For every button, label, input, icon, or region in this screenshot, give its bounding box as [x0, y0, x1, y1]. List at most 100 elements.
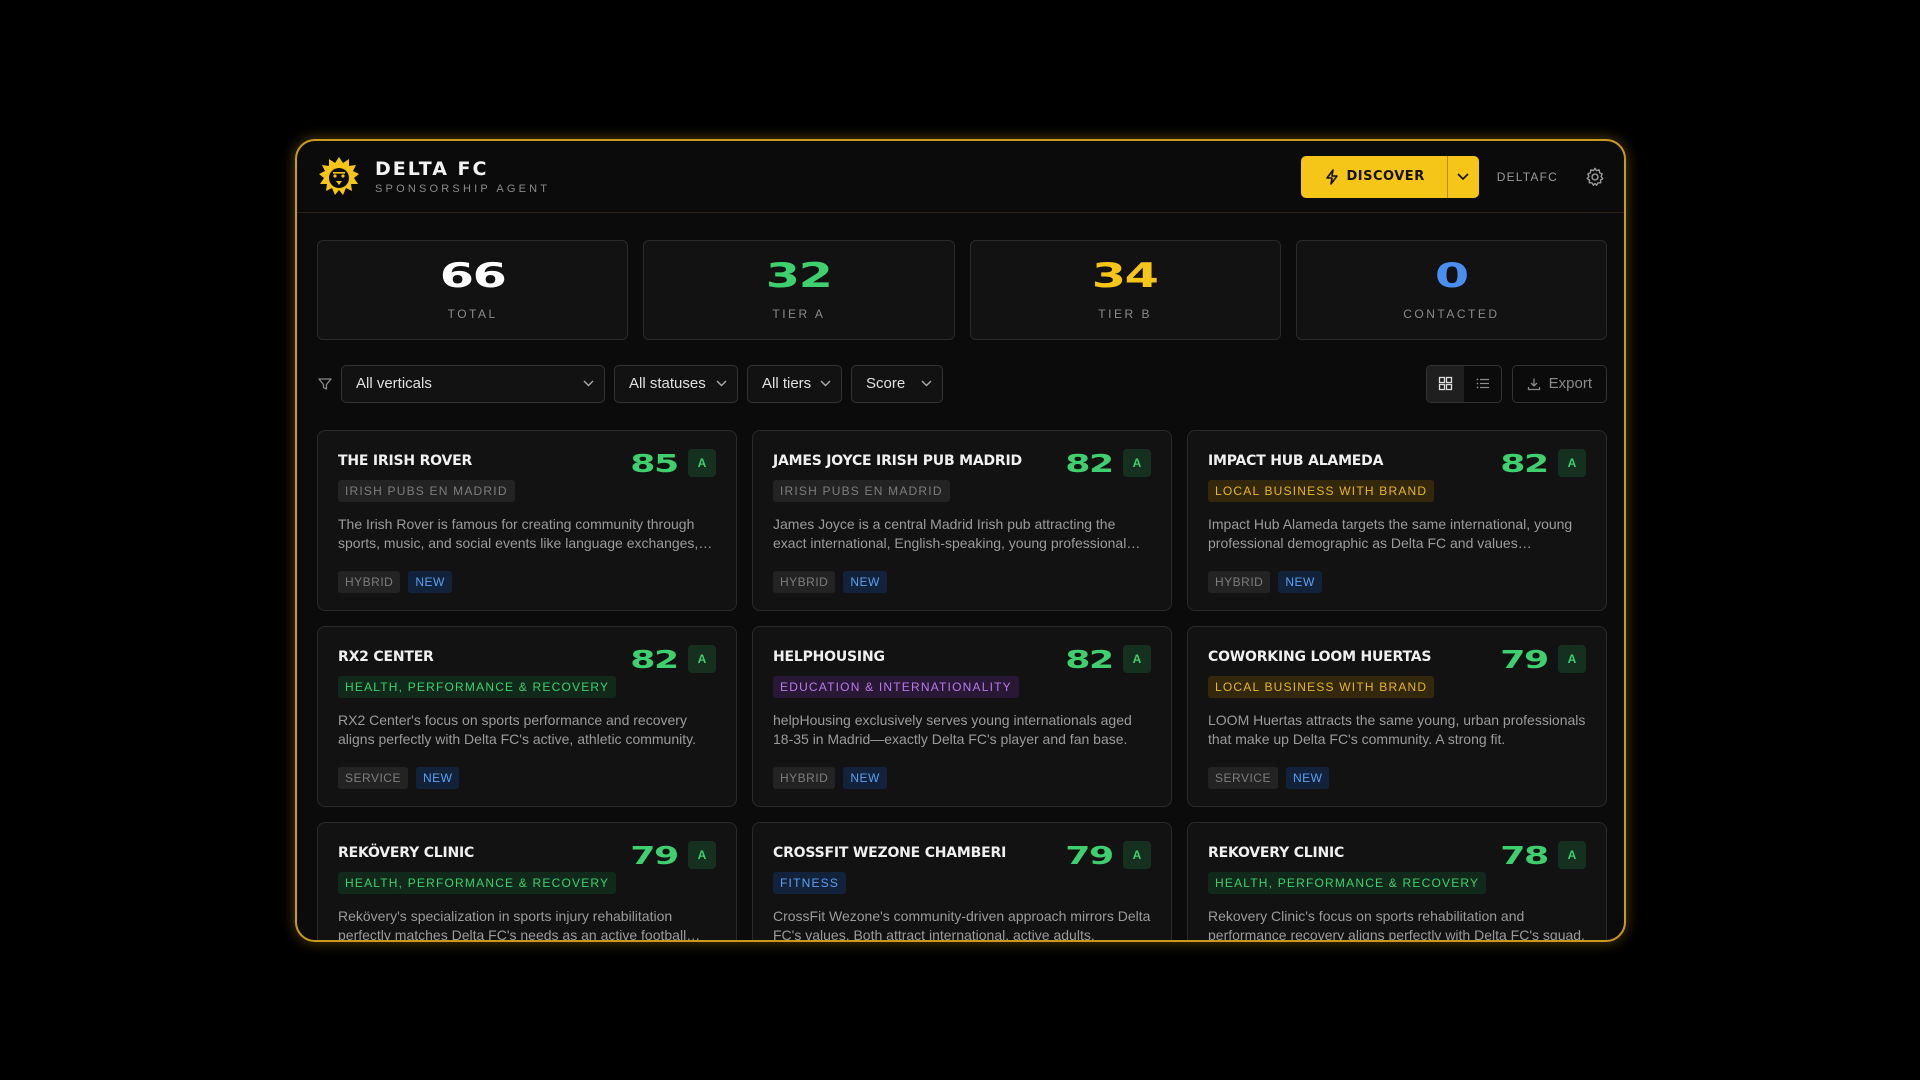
- type-tag: SERVICE: [338, 767, 408, 789]
- sponsor-name: Rekövery Clinic: [338, 845, 475, 861]
- stat-label: TOTAL: [447, 307, 498, 321]
- status-tag: NEW: [1278, 571, 1322, 593]
- gear-icon[interactable]: [1584, 166, 1606, 188]
- tiers-value: All tiers: [762, 375, 812, 392]
- statuses-value: All statuses: [629, 375, 706, 392]
- sponsor-name: Coworking LOOM Huertas: [1208, 649, 1432, 665]
- vertical-tag: LOCAL BUSINESS WITH BRAND: [1208, 480, 1435, 502]
- sort-select[interactable]: Score: [851, 364, 943, 403]
- sponsor-card[interactable]: Coworking LOOM Huertas 79 A LOCAL BUSINE…: [1187, 626, 1607, 807]
- brand: DELTA FC SPONSORSHIP AGENT: [317, 155, 550, 199]
- vertical-tag: EDUCATION & INTERNATIONALITY: [773, 676, 1019, 698]
- sponsor-description: helpHousing exclusively serves young int…: [773, 712, 1132, 747]
- verticals-value: All verticals: [356, 375, 432, 392]
- discover-label: DISCOVER: [1346, 169, 1425, 184]
- export-label: Export: [1548, 375, 1592, 392]
- list-icon: [1476, 378, 1489, 389]
- sponsor-description: James Joyce is a central Madrid Irish pu…: [773, 516, 1127, 551]
- header: DELTA FC SPONSORSHIP AGENT DISCOVER DELT…: [297, 141, 1624, 213]
- vertical-tag: HEALTH, PERFORMANCE & RECOVERY: [1208, 872, 1487, 894]
- chevron-down-icon: [820, 380, 831, 387]
- status-tag: NEW: [408, 571, 452, 593]
- tier-badge: A: [1558, 841, 1586, 869]
- sponsor-name: RX2 Center: [338, 649, 434, 665]
- vertical-tag: IRISH PUBS EN MADRID: [773, 480, 950, 502]
- stat-contacted: 0 CONTACTED: [1295, 240, 1607, 340]
- tiers-select[interactable]: All tiers: [747, 364, 842, 403]
- stat-value: 0: [1434, 256, 1469, 296]
- sponsor-card[interactable]: Rekövery Clinic 79 A HEALTH, PERFORMANCE…: [317, 822, 737, 942]
- tier-badge: A: [688, 645, 716, 673]
- tier-badge: A: [1558, 449, 1586, 477]
- score-value: 79: [630, 840, 679, 870]
- tier-badge: A: [688, 449, 716, 477]
- type-tag: HYBRID: [773, 571, 836, 593]
- discover-dropdown-button[interactable]: [1446, 155, 1479, 198]
- discover-button[interactable]: DISCOVER: [1300, 155, 1447, 198]
- sponsor-description: Impact Hub Alameda targets the same inte…: [1208, 516, 1573, 551]
- lightning-icon: [1325, 168, 1338, 185]
- grid-view-button[interactable]: [1426, 365, 1464, 402]
- vertical-tag: LOCAL BUSINESS WITH BRAND: [1208, 676, 1435, 698]
- stat-value: 66: [439, 256, 507, 296]
- stat-total: 66 TOTAL: [317, 240, 629, 340]
- sponsor-name: James Joyce Irish Pub Madrid: [773, 453, 1022, 469]
- score-value: 82: [630, 644, 679, 674]
- score-value: 82: [1500, 448, 1549, 478]
- chevron-down-icon: [921, 380, 932, 387]
- vertical-tag: HEALTH, PERFORMANCE & RECOVERY: [338, 676, 617, 698]
- sort-value: Score: [866, 375, 906, 392]
- filter-bar: All verticals All statuses All tiers Sco…: [297, 340, 1624, 403]
- stat-value: 34: [1092, 256, 1159, 296]
- chevron-down-icon: [583, 380, 594, 387]
- stat-tier-a: 32 TIER A: [643, 240, 955, 340]
- filter-icon: [318, 377, 332, 390]
- tier-badge: A: [1558, 645, 1586, 673]
- type-tag: HYBRID: [1208, 571, 1271, 593]
- sponsor-description: RX2 Center's focus on sports performance…: [338, 712, 696, 747]
- sponsor-card[interactable]: The Irish Rover 85 A IRISH PUBS EN MADRI…: [317, 430, 737, 611]
- stats-row: 66 TOTAL 32 TIER A 34 TIER B 0 CONTACTED: [297, 213, 1624, 340]
- view-toggle: [1425, 364, 1502, 403]
- type-tag: HYBRID: [338, 571, 401, 593]
- list-view-button[interactable]: [1464, 366, 1501, 402]
- brand-name: DELTA FC: [375, 158, 489, 180]
- sponsor-card-grid: The Irish Rover 85 A IRISH PUBS EN MADRI…: [297, 402, 1624, 942]
- score-value: 82: [1065, 448, 1114, 478]
- export-button[interactable]: Export: [1511, 364, 1607, 403]
- sponsor-card[interactable]: CrossFit Wezone Chamberi 79 A FITNESS Cr…: [752, 822, 1172, 940]
- tier-badge: A: [688, 841, 716, 869]
- user-label: DELTAFC: [1496, 169, 1558, 184]
- sponsor-card[interactable]: helpHousing 82 A EDUCATION & INTERNATION…: [752, 626, 1172, 807]
- tier-badge: A: [1123, 645, 1151, 673]
- verticals-select[interactable]: All verticals: [341, 364, 605, 403]
- chevron-down-icon: [716, 380, 727, 387]
- score-value: 85: [630, 448, 679, 478]
- sponsor-description: Rekovery Clinic's focus on sports rehabi…: [1208, 908, 1585, 942]
- stat-label: CONTACTED: [1403, 307, 1500, 321]
- tier-badge: A: [1123, 449, 1151, 477]
- sponsor-card[interactable]: Rekovery Clinic 78 A HEALTH, PERFORMANCE…: [1187, 822, 1607, 942]
- app-window: DELTA FC SPONSORSHIP AGENT DISCOVER DELT…: [295, 139, 1626, 942]
- statuses-select[interactable]: All statuses: [614, 364, 738, 403]
- sponsor-card[interactable]: RX2 Center 82 A HEALTH, PERFORMANCE & RE…: [317, 626, 737, 807]
- type-tag: SERVICE: [1208, 767, 1278, 789]
- stat-label: TIER A: [772, 307, 826, 321]
- status-tag: NEW: [1285, 767, 1330, 789]
- brand-subtitle: SPONSORSHIP AGENT: [375, 183, 551, 195]
- sponsor-name: Rekovery Clinic: [1208, 845, 1345, 861]
- sponsor-name: CrossFit Wezone Chamberi: [773, 845, 1007, 861]
- stat-tier-b: 34 TIER B: [969, 240, 1281, 340]
- sponsor-name: The Irish Rover: [338, 453, 473, 469]
- score-value: 82: [1065, 644, 1114, 674]
- download-icon: [1527, 378, 1540, 390]
- tier-badge: A: [1123, 841, 1151, 869]
- status-tag: NEW: [843, 767, 887, 789]
- score-value: 78: [1500, 840, 1549, 870]
- stat-value: 32: [766, 256, 833, 296]
- sponsor-card[interactable]: Impact Hub Alameda 82 A LOCAL BUSINESS W…: [1187, 430, 1607, 611]
- sponsor-card[interactable]: James Joyce Irish Pub Madrid 82 A IRISH …: [752, 430, 1172, 611]
- grid-icon: [1438, 376, 1452, 391]
- sponsor-description: Rekövery's specialization in sports inju…: [338, 908, 687, 942]
- sponsor-name: helpHousing: [773, 649, 885, 665]
